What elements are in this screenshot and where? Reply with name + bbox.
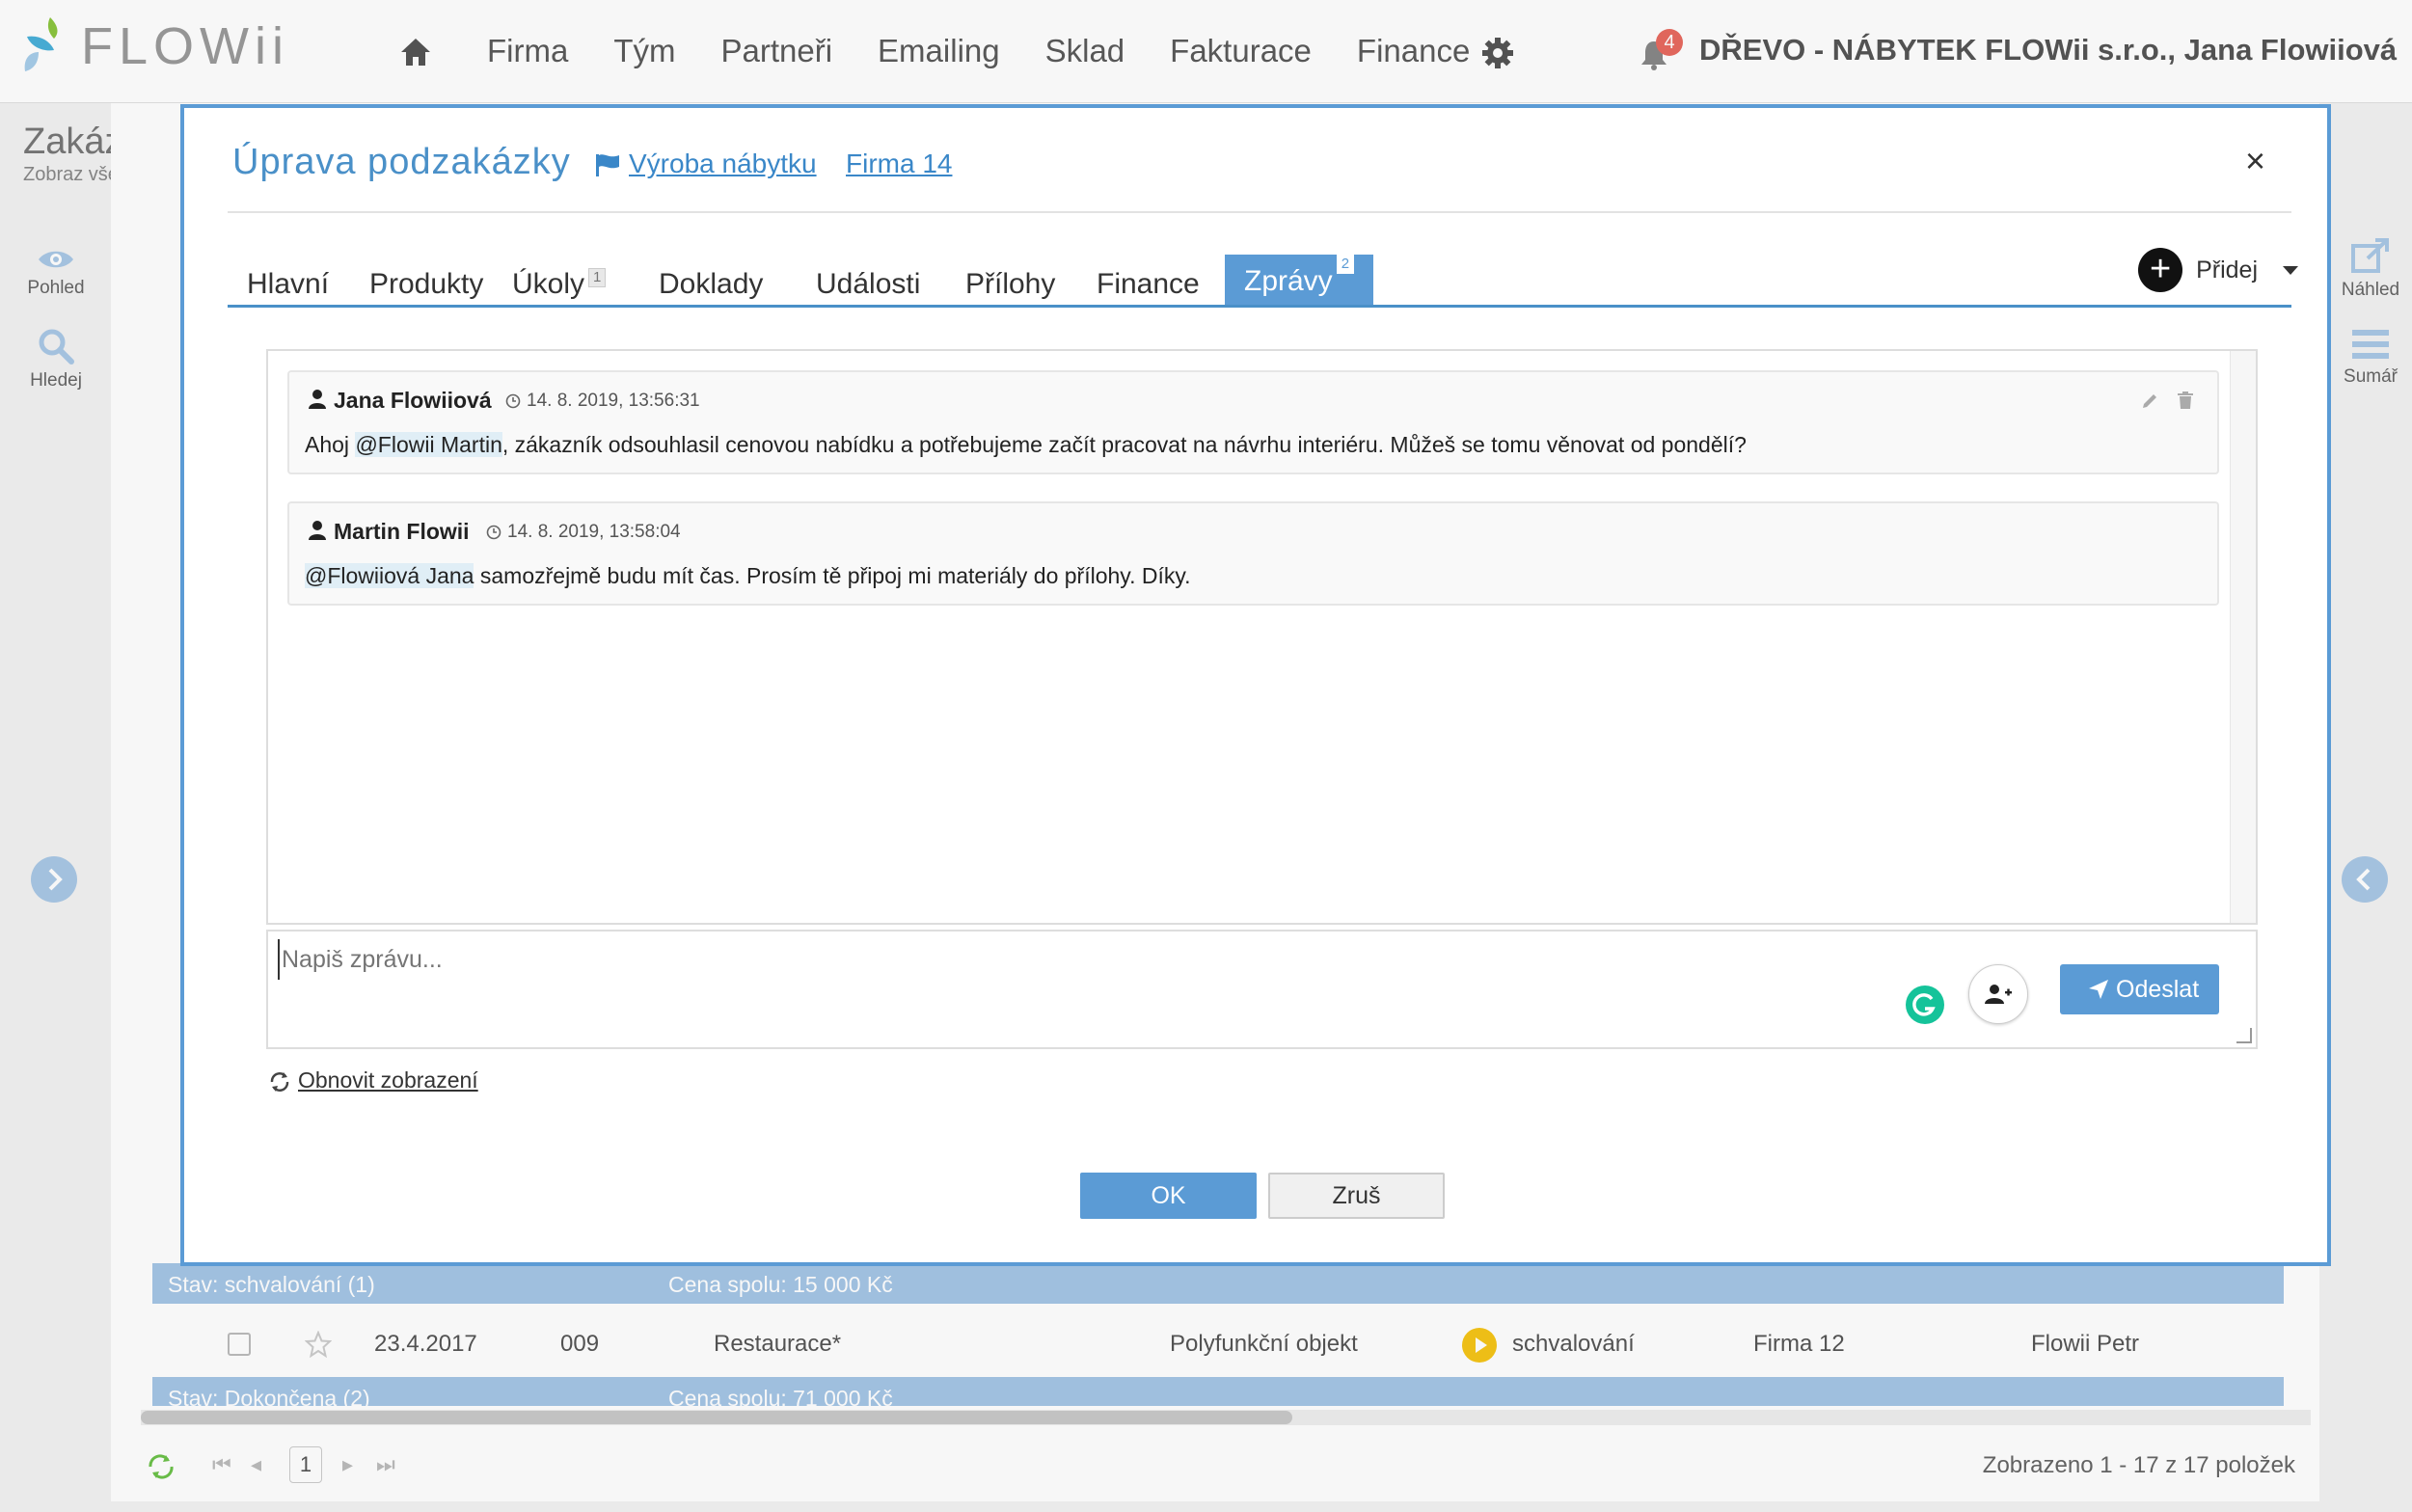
user-icon	[309, 521, 326, 540]
tab-label: Události	[816, 268, 921, 300]
ok-button[interactable]: OK	[1080, 1173, 1257, 1219]
message-item: Jana Flowiiová 14. 8. 2019, 13:56:31 Aho…	[287, 370, 2219, 474]
tab-label: Zprávy	[1244, 265, 1333, 297]
dialog-tabs: Hlavní Produkty Úkoly 1 Doklady Události …	[228, 255, 2291, 308]
messages-scrollbar[interactable]	[2230, 351, 2256, 923]
message-author[interactable]: Martin Flowii	[334, 519, 470, 545]
chevron-down-icon	[2283, 265, 2298, 275]
flag-icon	[596, 154, 619, 176]
clock-icon	[486, 525, 501, 540]
dialog-title: Úprava podzakázky	[232, 142, 571, 182]
project-link[interactable]: Výroba nábytku	[629, 148, 817, 179]
clock-icon	[505, 393, 521, 409]
refresh-label: Obnovit zobrazení	[298, 1067, 478, 1093]
messages-list: Jana Flowiiová 14. 8. 2019, 13:56:31 Aho…	[266, 349, 2258, 925]
edit-subcontract-dialog: Úprava podzakázky Výroba nábytku Firma 1…	[180, 104, 2331, 1266]
message-time: 14. 8. 2019, 13:56:31	[527, 391, 700, 411]
close-icon[interactable]: ×	[2245, 141, 2265, 181]
message-input[interactable]	[278, 939, 1923, 980]
add-label: Přidej	[2196, 256, 2258, 284]
add-dropdown-button[interactable]: + Přidej	[2138, 245, 2298, 295]
tab-count-badge: 2	[1336, 255, 1355, 274]
message-text-body: , zákazník odsouhlasil cenovou nabídku a…	[501, 432, 1747, 457]
refresh-icon	[270, 1071, 289, 1092]
message-time: 14. 8. 2019, 13:58:04	[507, 522, 681, 542]
tab-prilohy[interactable]: Přílohy	[965, 268, 1055, 301]
tab-zpravy[interactable]: Zprávy2	[1225, 255, 1374, 305]
resize-handle[interactable]	[2236, 1028, 2252, 1043]
add-user-icon	[1985, 985, 2012, 1004]
company-link[interactable]: Firma 14	[846, 148, 952, 179]
tab-ukoly[interactable]: Úkoly 1	[512, 268, 607, 301]
tab-label: Produkty	[369, 268, 484, 300]
pencil-icon[interactable]	[2140, 392, 2159, 411]
mention-tag[interactable]: @Flowiiová Jana	[305, 563, 474, 588]
tab-label: Úkoly	[512, 268, 585, 300]
tab-label: Přílohy	[965, 268, 1056, 300]
plus-icon: +	[2138, 248, 2183, 292]
trash-icon[interactable]	[2177, 391, 2194, 410]
tab-doklady[interactable]: Doklady	[659, 268, 763, 301]
refresh-link[interactable]: Obnovit zobrazení	[269, 1067, 478, 1094]
send-label: Odeslat	[2116, 976, 2200, 1003]
user-icon	[309, 390, 326, 409]
tab-count-badge: 1	[588, 268, 607, 287]
message-text: Ahoj @Flowii Martin, zákazník odsouhlasi…	[305, 432, 1747, 458]
tab-udalosti[interactable]: Události	[816, 268, 920, 301]
mention-user-button[interactable]	[1968, 964, 2028, 1024]
send-button[interactable]: Odeslat	[2060, 964, 2219, 1014]
paper-plane-icon	[2089, 980, 2108, 999]
message-text: @Flowiiová Jana samozřejmě budu mít čas.…	[305, 563, 1191, 589]
tab-finance[interactable]: Finance	[1097, 268, 1200, 301]
title-divider	[228, 211, 2291, 213]
message-text-prefix: Ahoj	[305, 432, 356, 457]
tab-produkty[interactable]: Produkty	[369, 268, 483, 301]
tab-hlavni[interactable]: Hlavní	[247, 268, 329, 301]
tab-label: Finance	[1097, 268, 1200, 300]
cancel-button[interactable]: Zruš	[1268, 1173, 1445, 1219]
tab-label: Hlavní	[247, 268, 330, 300]
message-text-body: samozřejmě budu mít čas. Prosím tě připo…	[474, 563, 1191, 588]
tab-label: Doklady	[659, 268, 764, 300]
compose-area: Odeslat	[266, 930, 2258, 1049]
mention-tag[interactable]: @Flowii Martin	[355, 432, 502, 457]
message-author[interactable]: Jana Flowiiová	[334, 388, 492, 414]
message-item: Martin Flowii 14. 8. 2019, 13:58:04 @Flo…	[287, 501, 2219, 606]
grammarly-icon[interactable]	[1906, 986, 1944, 1024]
